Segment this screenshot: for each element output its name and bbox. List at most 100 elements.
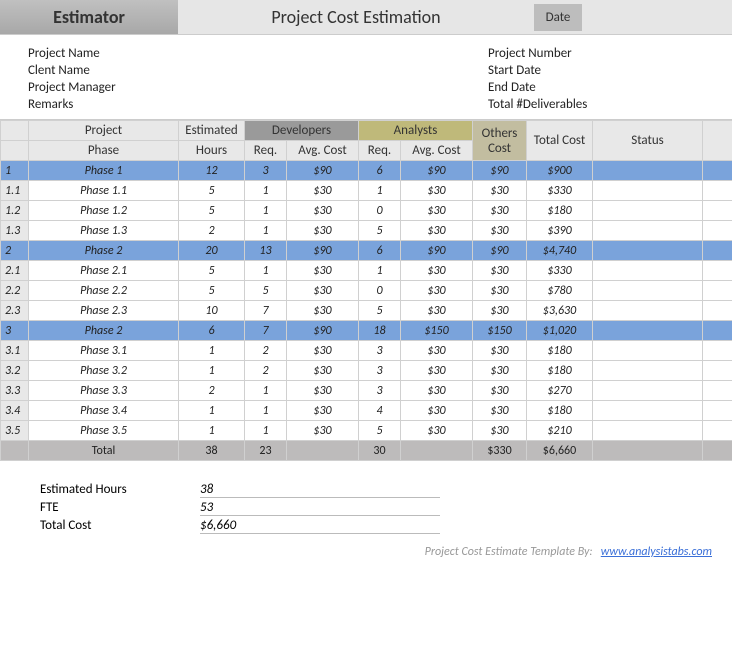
cell-idx[interactable]: 3.3 bbox=[1, 381, 29, 401]
cell-idx[interactable]: 1.1 bbox=[1, 181, 29, 201]
cell-oth[interactable]: $30 bbox=[473, 301, 527, 321]
cell-idx[interactable]: 3.1 bbox=[1, 341, 29, 361]
info-value[interactable] bbox=[628, 46, 704, 61]
cell-req2[interactable]: 6 bbox=[359, 241, 401, 261]
cell-phase[interactable]: Phase 1 bbox=[29, 161, 179, 181]
cell-tot[interactable]: $330 bbox=[527, 261, 593, 281]
cell-oth[interactable]: $90 bbox=[473, 161, 527, 181]
cell-req1[interactable]: 1 bbox=[245, 261, 287, 281]
cell-st[interactable] bbox=[593, 341, 703, 361]
cell-hours[interactable]: 6 bbox=[179, 321, 245, 341]
cell-oth[interactable]: $30 bbox=[473, 261, 527, 281]
cell-req1[interactable]: 1 bbox=[245, 181, 287, 201]
cell-tot[interactable]: $210 bbox=[527, 421, 593, 441]
cell-phase[interactable]: Phase 2.2 bbox=[29, 281, 179, 301]
cell-req2[interactable]: 5 bbox=[359, 301, 401, 321]
cell-hours[interactable]: 2 bbox=[179, 381, 245, 401]
cell-req1[interactable]: 13 bbox=[245, 241, 287, 261]
cell-req1[interactable]: 1 bbox=[245, 401, 287, 421]
cell-phase[interactable]: Phase 2 bbox=[29, 241, 179, 261]
cell-gap[interactable] bbox=[703, 361, 732, 381]
info-value[interactable] bbox=[168, 46, 488, 61]
cell-idx[interactable]: 3.2 bbox=[1, 361, 29, 381]
cell-gap[interactable] bbox=[703, 321, 732, 341]
cell-avg1[interactable]: $90 bbox=[287, 241, 359, 261]
cell-gap[interactable] bbox=[703, 161, 732, 181]
cell-tot[interactable]: $4,740 bbox=[527, 241, 593, 261]
cell-st[interactable] bbox=[593, 261, 703, 281]
cell-avg2[interactable]: $150 bbox=[401, 321, 473, 341]
summary-value[interactable]: 38 bbox=[200, 482, 440, 498]
cell-tot[interactable]: $180 bbox=[527, 201, 593, 221]
cell-phase[interactable]: Phase 2.3 bbox=[29, 301, 179, 321]
table-row[interactable]: 2.2Phase 2.255$300$30$30$780 bbox=[1, 281, 732, 301]
cell-avg1[interactable]: $30 bbox=[287, 261, 359, 281]
cell-phase[interactable]: Phase 1.3 bbox=[29, 221, 179, 241]
cell-idx[interactable]: 2 bbox=[1, 241, 29, 261]
cell-avg2[interactable]: $30 bbox=[401, 201, 473, 221]
cell-hours[interactable]: 5 bbox=[179, 261, 245, 281]
cell-gap[interactable] bbox=[703, 241, 732, 261]
cell-phase[interactable]: Phase 3.5 bbox=[29, 421, 179, 441]
cell-avg1[interactable]: $30 bbox=[287, 381, 359, 401]
info-value[interactable] bbox=[168, 80, 488, 95]
cell-idx[interactable]: 3.4 bbox=[1, 401, 29, 421]
cell-tot[interactable]: $780 bbox=[527, 281, 593, 301]
cell-avg2[interactable]: $90 bbox=[401, 161, 473, 181]
cell-oth[interactable]: $30 bbox=[473, 381, 527, 401]
cell-hours[interactable]: 1 bbox=[179, 361, 245, 381]
cell-phase[interactable]: Phase 3.2 bbox=[29, 361, 179, 381]
cell-req1[interactable]: 3 bbox=[245, 161, 287, 181]
cell-tot[interactable]: $1,020 bbox=[527, 321, 593, 341]
cell-req1[interactable]: 23 bbox=[245, 441, 287, 461]
cell-hours[interactable]: 5 bbox=[179, 201, 245, 221]
cell-hours[interactable]: 20 bbox=[179, 241, 245, 261]
cell-req2[interactable]: 0 bbox=[359, 201, 401, 221]
cell-idx[interactable]: 2.1 bbox=[1, 261, 29, 281]
cell-idx[interactable] bbox=[1, 441, 29, 461]
cell-oth[interactable]: $30 bbox=[473, 201, 527, 221]
cell-st[interactable] bbox=[593, 221, 703, 241]
info-value[interactable] bbox=[628, 97, 704, 112]
cell-avg2[interactable] bbox=[401, 441, 473, 461]
cell-hours[interactable]: 5 bbox=[179, 281, 245, 301]
cell-hours[interactable]: 5 bbox=[179, 181, 245, 201]
cell-st[interactable] bbox=[593, 421, 703, 441]
table-row[interactable]: 3Phase 267$9018$150$150$1,020 bbox=[1, 321, 732, 341]
cell-avg2[interactable]: $90 bbox=[401, 241, 473, 261]
cell-hours[interactable]: 2 bbox=[179, 221, 245, 241]
cell-req2[interactable]: 18 bbox=[359, 321, 401, 341]
cell-oth[interactable]: $30 bbox=[473, 221, 527, 241]
cell-req1[interactable]: 2 bbox=[245, 341, 287, 361]
cell-oth[interactable]: $150 bbox=[473, 321, 527, 341]
cell-hours[interactable]: 1 bbox=[179, 401, 245, 421]
cell-req2[interactable]: 3 bbox=[359, 341, 401, 361]
cell-req1[interactable]: 1 bbox=[245, 421, 287, 441]
cell-hours[interactable]: 1 bbox=[179, 421, 245, 441]
cell-gap[interactable] bbox=[703, 301, 732, 321]
cell-req2[interactable]: 0 bbox=[359, 281, 401, 301]
cell-tot[interactable]: $330 bbox=[527, 181, 593, 201]
cell-gap[interactable] bbox=[703, 381, 732, 401]
cell-avg1[interactable]: $30 bbox=[287, 401, 359, 421]
cell-hours[interactable]: 12 bbox=[179, 161, 245, 181]
cell-st[interactable] bbox=[593, 201, 703, 221]
cell-avg2[interactable]: $30 bbox=[401, 341, 473, 361]
cell-hours[interactable]: 1 bbox=[179, 341, 245, 361]
cell-oth[interactable]: $30 bbox=[473, 401, 527, 421]
cell-avg2[interactable]: $30 bbox=[401, 401, 473, 421]
cell-avg2[interactable]: $30 bbox=[401, 181, 473, 201]
cell-tot[interactable]: $900 bbox=[527, 161, 593, 181]
summary-value[interactable]: 53 bbox=[200, 500, 440, 516]
table-row[interactable]: Total382330$330$6,660 bbox=[1, 441, 732, 461]
cell-avg1[interactable]: $30 bbox=[287, 181, 359, 201]
cell-req2[interactable]: 1 bbox=[359, 181, 401, 201]
cell-phase[interactable]: Phase 1.1 bbox=[29, 181, 179, 201]
table-row[interactable]: 2.3Phase 2.3107$305$30$30$3,630 bbox=[1, 301, 732, 321]
cell-req2[interactable]: 4 bbox=[359, 401, 401, 421]
cell-oth[interactable]: $30 bbox=[473, 421, 527, 441]
cell-req2[interactable]: 5 bbox=[359, 421, 401, 441]
cell-req2[interactable]: 1 bbox=[359, 261, 401, 281]
cell-st[interactable] bbox=[593, 301, 703, 321]
cell-req1[interactable]: 1 bbox=[245, 201, 287, 221]
